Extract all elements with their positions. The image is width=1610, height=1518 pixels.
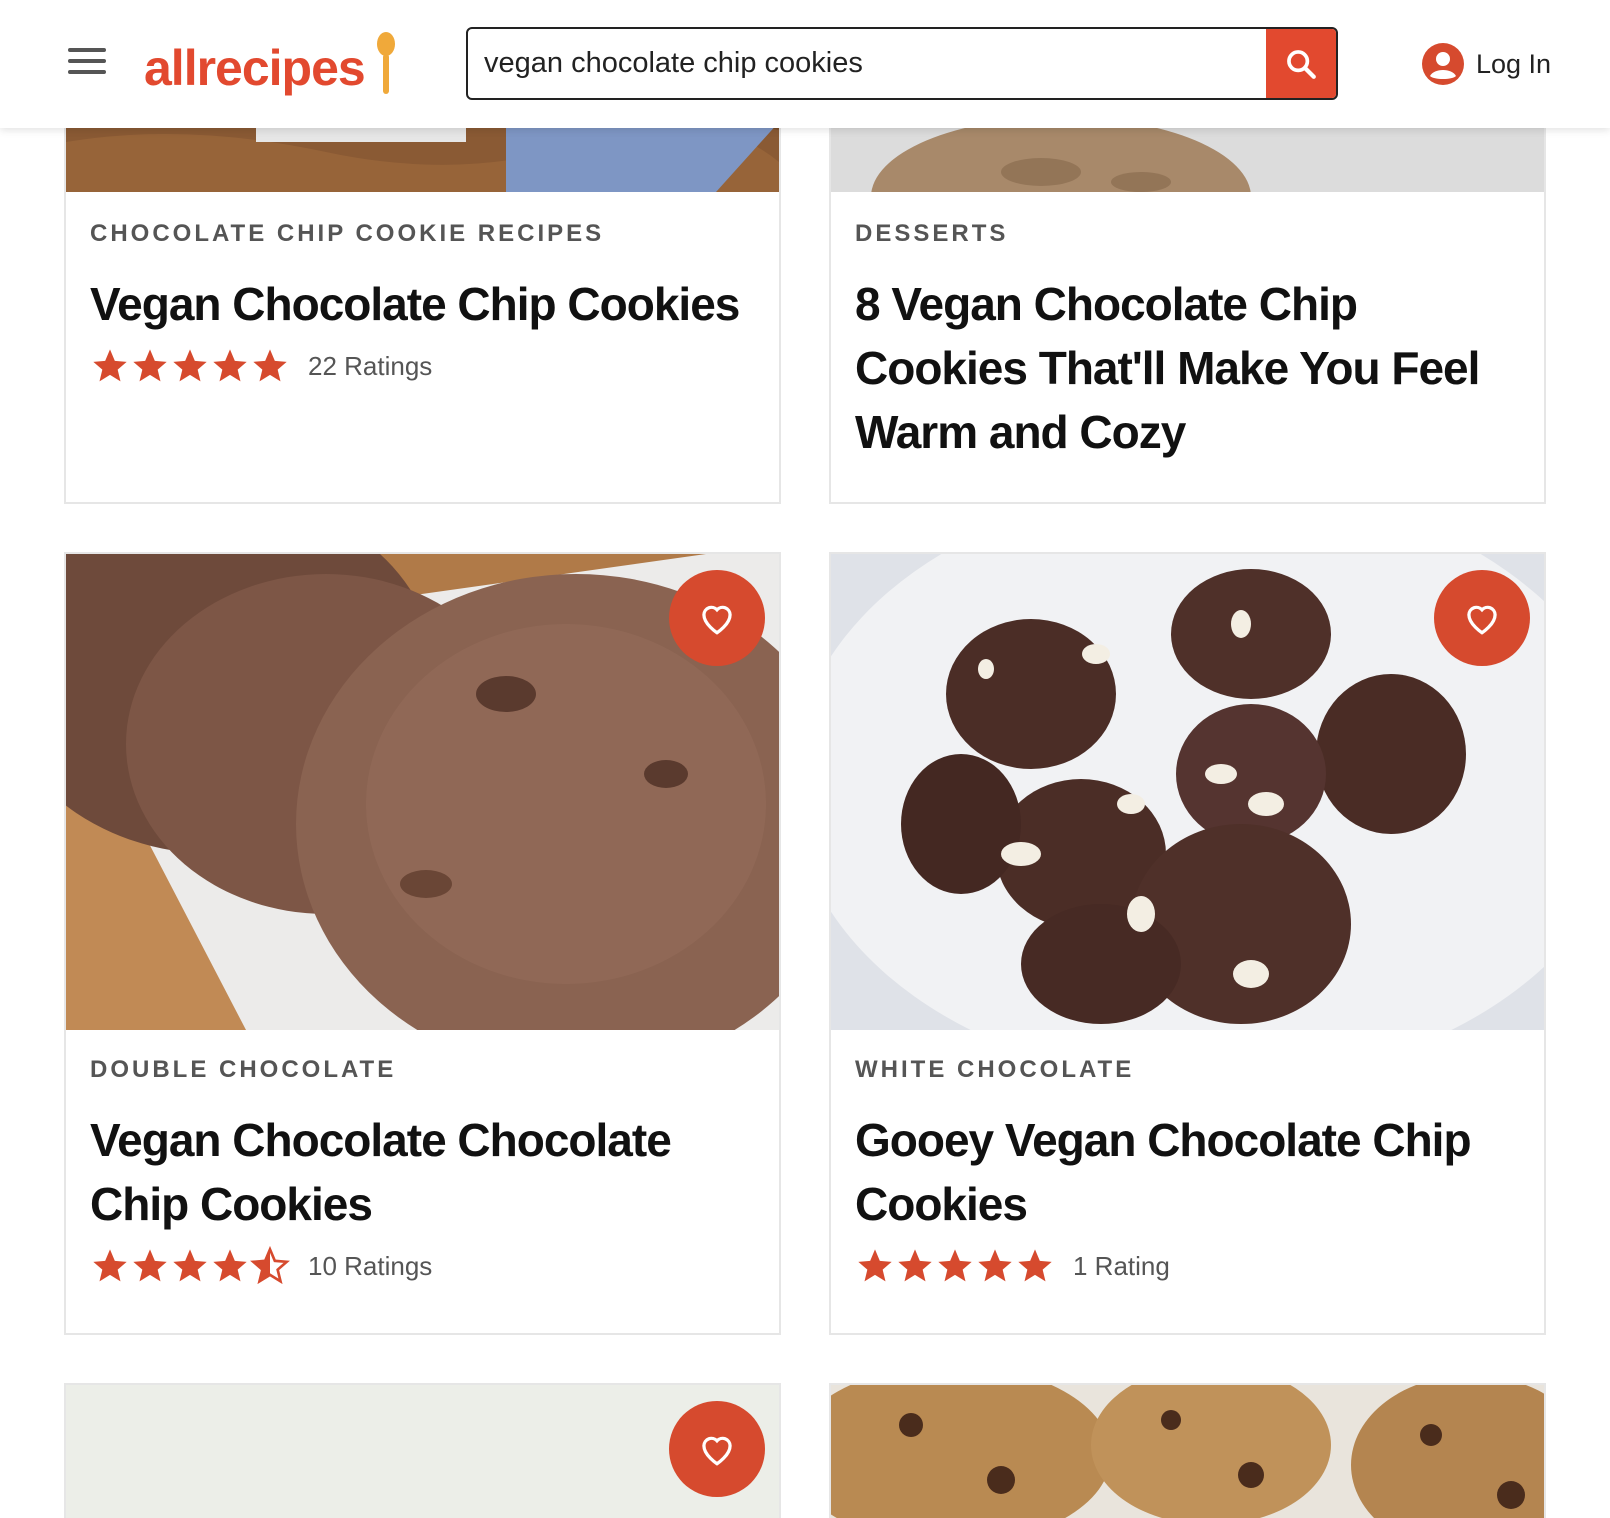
search-input[interactable] bbox=[468, 29, 1268, 98]
login-link[interactable]: Log In bbox=[1422, 42, 1551, 86]
rating-count: 10 Ratings bbox=[308, 1250, 433, 1281]
search-icon bbox=[1287, 49, 1316, 79]
search-button[interactable] bbox=[1266, 29, 1336, 98]
recipe-card[interactable] bbox=[829, 1383, 1546, 1518]
account-icon bbox=[1422, 43, 1464, 85]
recipe-card[interactable]: DOUBLE CHOCOLATE Vegan Chocolate Chocola… bbox=[64, 552, 781, 1335]
favorite-button[interactable] bbox=[669, 1401, 765, 1497]
star-icon bbox=[898, 1249, 932, 1282]
spoon-logo-icon bbox=[377, 32, 395, 94]
star-icon bbox=[93, 349, 127, 382]
recipe-card[interactable]: DESSERTS 8 Vegan Chocolate Chip Cookies … bbox=[829, 100, 1546, 504]
login-label: Log In bbox=[1476, 48, 1552, 79]
star-icon bbox=[253, 349, 287, 382]
card-category[interactable]: CHOCOLATE CHIP COOKIE RECIPES bbox=[90, 220, 755, 248]
rating: 10 Ratings bbox=[90, 1246, 755, 1286]
heart-icon bbox=[1467, 605, 1497, 635]
favorite-button[interactable] bbox=[669, 570, 765, 666]
star-icon bbox=[978, 1249, 1012, 1282]
card-title[interactable]: Gooey Vegan Chocolate Chip Cookies bbox=[855, 1108, 1520, 1236]
site-header: allrecipes Log In bbox=[0, 0, 1610, 128]
recipe-image bbox=[831, 1385, 1544, 1518]
star-icon bbox=[213, 349, 247, 382]
star-icon bbox=[133, 349, 167, 382]
heart-icon bbox=[702, 605, 732, 635]
card-title[interactable]: Vegan Chocolate Chip Cookies bbox=[90, 272, 755, 336]
card-category[interactable]: DESSERTS bbox=[855, 220, 1520, 248]
heart-icon bbox=[702, 1436, 732, 1466]
search-bar bbox=[466, 27, 1338, 100]
card-title[interactable]: Vegan Chocolate Chocolate Chip Cookies bbox=[90, 1108, 755, 1236]
card-title[interactable]: 8 Vegan Chocolate Chip Cookies That'll M… bbox=[855, 272, 1520, 464]
half-star-icon bbox=[250, 1246, 290, 1285]
star-icon bbox=[173, 1249, 207, 1282]
star-icon bbox=[173, 349, 207, 382]
recipe-card[interactable]: CHOCOLATE CHIP COOKIE RECIPES Vegan Choc… bbox=[64, 100, 781, 504]
favorite-button[interactable] bbox=[1434, 570, 1530, 666]
star-icon bbox=[133, 1249, 167, 1282]
card-category[interactable]: WHITE CHOCOLATE bbox=[855, 1056, 1520, 1084]
star-icon bbox=[858, 1249, 892, 1282]
card-category[interactable]: DOUBLE CHOCOLATE bbox=[90, 1056, 755, 1084]
star-rating bbox=[855, 1246, 1055, 1286]
star-rating bbox=[90, 1246, 290, 1286]
rating-count: 22 Ratings bbox=[308, 350, 433, 381]
menu-icon[interactable] bbox=[68, 48, 108, 80]
rating: 1 Rating bbox=[855, 1246, 1520, 1286]
allrecipes-logo[interactable]: allrecipes bbox=[144, 38, 366, 98]
recipe-card[interactable]: WHITE CHOCOLATE Gooey Vegan Chocolate Ch… bbox=[829, 552, 1546, 1335]
star-icon bbox=[213, 1249, 247, 1282]
rating-count: 1 Rating bbox=[1073, 1250, 1170, 1281]
star-icon bbox=[1018, 1249, 1052, 1282]
star-icon bbox=[938, 1249, 972, 1282]
recipe-card[interactable] bbox=[64, 1383, 781, 1518]
rating: 22 Ratings bbox=[90, 346, 755, 386]
star-rating bbox=[90, 346, 290, 386]
star-icon bbox=[93, 1249, 127, 1282]
